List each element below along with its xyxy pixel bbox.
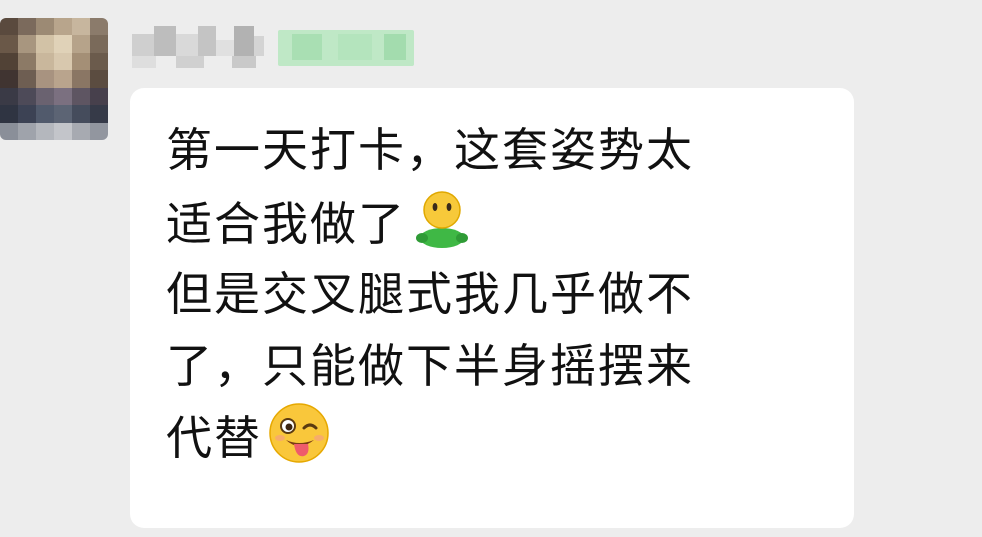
message-line: 代替: [166, 411, 262, 465]
message-line: 但是交叉腿式我几乎做不: [166, 267, 694, 321]
wink-tongue-emoji-icon: [268, 402, 330, 484]
wink-tongue-emoji-icon-graphic: [269, 403, 329, 463]
message-line: 第一天打卡，这套姿势太: [166, 123, 694, 177]
message-text: 第一天打卡，这套姿势太 适合我做了 但是交叉腿式我几乎做不 了，只能做下半身摇摆…: [166, 114, 826, 474]
avatar[interactable]: [0, 18, 108, 140]
sender-name: [132, 26, 417, 74]
chat-screen: 第一天打卡，这套姿势太 适合我做了 但是交叉腿式我几乎做不 了，只能做下半身摇摆…: [0, 0, 982, 537]
person-emoji-icon-graphic: [416, 191, 468, 248]
message-line: 适合我做了: [166, 197, 406, 251]
message-line-with-emoji: 代替: [166, 402, 826, 474]
message-line-with-emoji: 适合我做了: [166, 186, 826, 258]
message-line: 了，只能做下半身摇摆来: [166, 339, 694, 393]
message-bubble[interactable]: 第一天打卡，这套姿势太 适合我做了 但是交叉腿式我几乎做不 了，只能做下半身摇摆…: [130, 88, 854, 528]
